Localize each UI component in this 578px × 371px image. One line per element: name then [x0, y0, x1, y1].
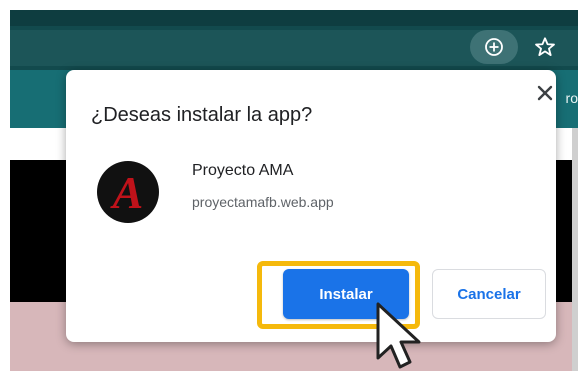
- cancel-button[interactable]: Cancelar: [432, 269, 546, 319]
- app-logo: A: [97, 161, 159, 223]
- install-app-button[interactable]: [470, 30, 518, 64]
- page-scrollbar[interactable]: [572, 128, 578, 371]
- screenshot: ro ¿Deseas instalar la app? A Proyecto A…: [0, 0, 578, 371]
- dialog-title: ¿Deseas instalar la app?: [91, 104, 313, 126]
- close-button[interactable]: [534, 82, 556, 104]
- install-app-dialog: ¿Deseas instalar la app? A Proyecto AMA …: [66, 70, 556, 342]
- plus-circle-icon: [485, 38, 503, 56]
- app-logo-letter: A: [112, 167, 144, 218]
- browser-title-strip: [10, 10, 578, 26]
- install-button[interactable]: Instalar: [283, 269, 409, 319]
- app-bar-text: ro: [565, 90, 578, 106]
- app-name: Proyecto AMA: [192, 162, 294, 179]
- close-icon: [537, 85, 553, 101]
- bookmark-button[interactable]: [530, 32, 560, 62]
- app-url: proyectamafb.web.app: [192, 194, 334, 210]
- star-icon: [535, 37, 555, 56]
